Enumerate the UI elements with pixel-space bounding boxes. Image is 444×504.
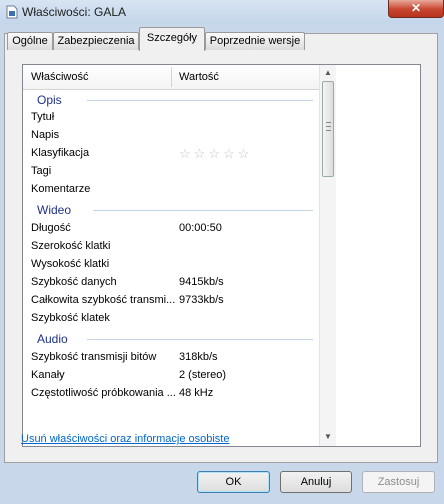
column-property[interactable]: Właściwość [31,71,88,83]
close-button[interactable]: ✕ [388,0,444,18]
title-bar: Właściwości: GALA ✕ [0,0,444,24]
property-name: Szybkość transmisji bitów [31,351,157,363]
property-row-tags[interactable]: Tagi [23,163,319,181]
property-name: Kanały [31,369,65,381]
star-icon[interactable]: ☆ [238,146,250,162]
column-header: Właściwość Wartość [23,65,319,90]
scroll-down-arrow-icon[interactable]: ▼ [322,431,334,443]
property-row-length[interactable]: Długość 00:00:50 [23,220,319,238]
property-value: 2 (stereo) [179,369,227,381]
property-name: Szybkość danych [31,276,117,288]
scroll-thumb[interactable] [322,81,334,177]
property-name: Częstotliwość próbkowania ... [31,387,176,399]
cancel-button[interactable]: Anuluj [280,471,352,493]
vertical-scrollbar[interactable]: ▲ ▼ [319,65,336,446]
ok-button[interactable]: OK [197,471,270,493]
property-value: 48 kHz [179,387,214,399]
property-name: Szerokość klatki [31,240,111,252]
tab-previous-versions-label: Poprzednie wersje [209,35,301,47]
property-name: Wysokość klatki [31,258,110,270]
tab-security-label: Zabezpieczenia [57,35,135,47]
property-name: Tagi [31,165,52,177]
group-label-opis: Opis [37,93,62,107]
group-divider [93,210,313,211]
tab-details-label: Szczegóły [146,32,198,44]
remove-properties-link[interactable]: Usuń właściwości oraz informacje osobist… [21,433,229,445]
property-row-sample-rate[interactable]: Częstotliwość próbkowania ... 48 kHz [23,385,319,403]
property-row-frame-width[interactable]: Szerokość klatki [23,238,319,256]
properties-panel: Ogólne Zabezpieczenia Szczegóły Poprzedn… [4,27,438,463]
property-row-comments[interactable]: Komentarze [23,181,319,199]
property-row-subtitle[interactable]: Napis [23,127,319,145]
property-row-title[interactable]: Tytuł [23,109,319,127]
group-divider [87,100,313,101]
group-divider [87,339,313,340]
property-row-data-rate[interactable]: Szybkość danych 9415kb/s [23,274,319,292]
property-row-rating[interactable]: Klasyfikacja ☆ ☆ ☆ ☆ ☆ [23,145,319,163]
apply-button[interactable]: Zastosuj [362,471,435,493]
property-name: Klasyfikacja [31,147,90,159]
star-icon[interactable]: ☆ [223,146,235,162]
grip-line [326,126,331,127]
property-name: Tytuł [31,111,55,123]
column-value[interactable]: Wartość [179,71,219,83]
property-row-frame-height[interactable]: Wysokość klatki [23,256,319,274]
properties-list[interactable]: Właściwość Wartość Opis Tytuł Napis Klas… [22,64,421,447]
window-title: Właściwości: GALA [22,5,127,19]
group-header-wideo: Wideo [23,201,319,219]
property-row-frame-rate[interactable]: Szybkość klatek [23,310,319,328]
property-row-audio-bitrate[interactable]: Szybkość transmisji bitów 318kb/s [23,349,319,367]
file-icon [6,5,18,19]
star-icon[interactable]: ☆ [208,146,220,162]
property-value: 9733kb/s [179,294,224,306]
property-row-total-bitrate[interactable]: Całkowita szybkość transmi... 9733kb/s [23,292,319,310]
tab-details[interactable]: Szczegóły [139,27,205,51]
property-name: Szybkość klatek [31,312,110,324]
group-header-audio: Audio [23,330,319,348]
star-icon[interactable]: ☆ [179,146,191,162]
property-name: Długość [31,222,71,234]
property-name: Całkowita szybkość transmi... [31,294,176,306]
close-icon: ✕ [410,1,422,15]
tab-general[interactable]: Ogólne [7,32,53,50]
property-value: 00:00:50 [179,222,222,234]
group-label-wideo: Wideo [37,203,72,217]
star-icon[interactable]: ☆ [194,146,206,162]
property-value: 9415kb/s [179,276,224,288]
group-header-opis: Opis [23,91,319,109]
tab-previous-versions[interactable]: Poprzednie wersje [205,32,305,50]
group-label-audio: Audio [37,332,68,346]
tab-general-label: Ogólne [12,35,48,47]
rating-stars[interactable]: ☆ ☆ ☆ ☆ ☆ [179,146,249,162]
tab-security[interactable]: Zabezpieczenia [53,32,139,50]
property-row-channels[interactable]: Kanały 2 (stereo) [23,367,319,385]
grip-line [326,130,331,131]
property-name: Komentarze [31,183,91,195]
property-value: 318kb/s [179,351,218,363]
property-name: Napis [31,129,60,141]
grip-line [326,122,331,123]
scroll-up-arrow-icon[interactable]: ▲ [322,67,334,79]
column-divider[interactable] [171,67,172,87]
